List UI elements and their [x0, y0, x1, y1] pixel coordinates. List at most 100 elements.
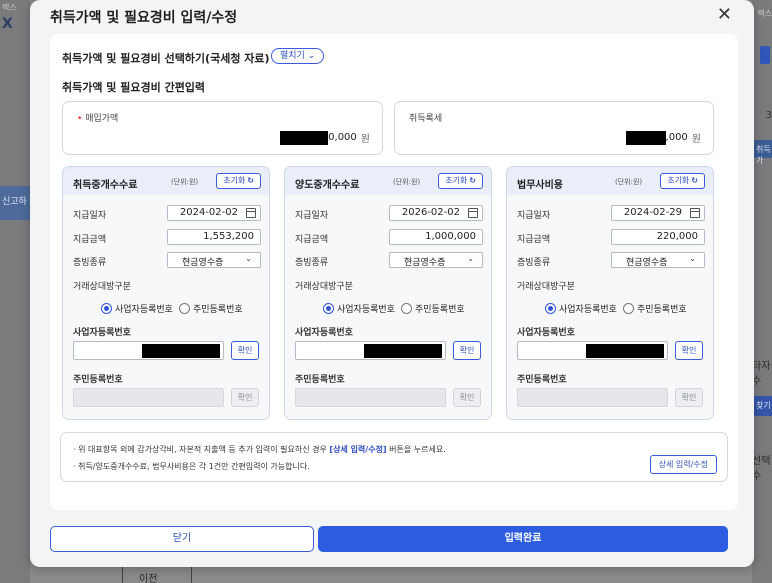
reset-button[interactable]: 초기화 ↻: [216, 173, 261, 189]
notice-detail-link: [상세 입력/수정]: [329, 445, 387, 454]
radio-business-no[interactable]: [323, 303, 334, 314]
pay-date-field[interactable]: 2024-02-29: [611, 205, 705, 221]
radio-business-no-label: 사업자등록번호: [115, 305, 173, 315]
party-type-label: 거래상대방구분: [73, 282, 131, 292]
notice-line-2: · 취득/양도중개수수료, 법무사비용은 각 1건만 간편입력이 가능합니다.: [73, 462, 310, 471]
refresh-icon: ↻: [691, 176, 698, 185]
business-no-input[interactable]: [517, 341, 668, 360]
background-right-panel: 렉스 3 취득가 타자수 찾기 선택수: [752, 0, 772, 583]
card-header: 법무사비용 (단위:원) 초기화 ↻: [507, 167, 713, 195]
close-button[interactable]: 닫기: [50, 526, 314, 552]
purchase-price-value[interactable]: 0,000 원: [280, 130, 370, 145]
pay-amount-field[interactable]: 1,000,000: [389, 229, 483, 245]
pay-amount-field[interactable]: 1,553,200: [167, 229, 261, 245]
party-type-radios: 사업자등록번호 주민등록번호: [545, 302, 687, 315]
party-type-radios: 사업자등록번호 주민등록번호: [323, 302, 465, 315]
resident-no-input[interactable]: [73, 388, 224, 407]
bg-right-label2: 선택수: [752, 456, 771, 482]
radio-business-no[interactable]: [101, 303, 112, 314]
redacted-block: [586, 344, 664, 358]
redacted-block: [142, 344, 220, 358]
proof-type-value: 현금영수증: [626, 258, 668, 268]
card-title: 양도중개수수료: [295, 180, 360, 191]
proof-type-select[interactable]: 현금영수증 ⌄: [167, 252, 261, 268]
proof-type-label: 증빙종류: [517, 258, 551, 268]
pay-amount-label: 지급금액: [517, 235, 551, 245]
card-acquisition-brokerage: 취득중개수수료 (단위:원) 초기화 ↻ 지급일자 2024-02-02 지급금액…: [62, 166, 270, 420]
bg-logo: X: [2, 16, 13, 32]
notice-line-1: · 위 대표항목 외에 감가상각비, 자본적 지출액 등 추가 입력이 필요하신…: [73, 444, 446, 455]
party-type-radios: 사업자등록번호 주민등록번호: [101, 302, 243, 315]
detail-edit-button[interactable]: 상세 입력/수정: [649, 455, 717, 474]
radio-business-no[interactable]: [545, 303, 556, 314]
purchase-price-suffix: 0,000: [328, 132, 357, 143]
resident-no-input[interactable]: [295, 388, 446, 407]
calendar-icon[interactable]: [246, 208, 256, 218]
complete-button[interactable]: 입력완료: [318, 526, 728, 552]
reset-label: 초기화: [667, 176, 690, 185]
card-unit-note: (단위:원): [615, 178, 643, 186]
pay-date-label: 지급일자: [73, 211, 107, 221]
acquisition-tax-unit: 원: [691, 134, 701, 145]
resident-no-label: 주민등록번호: [73, 375, 123, 385]
reset-button[interactable]: 초기화 ↻: [660, 173, 705, 189]
party-type-label: 거래상대방구분: [295, 282, 353, 292]
card-title: 취득중개수수료: [73, 180, 138, 191]
bg-prev-button: 이전: [122, 566, 192, 583]
pay-date-field[interactable]: 2024-02-02: [167, 205, 261, 221]
reset-button[interactable]: 초기화 ↻: [438, 173, 483, 189]
background-left-panel: 렉스 X 신고하: [0, 0, 30, 583]
nts-select-title: 취득가액 및 필요경비 선택하기(국세청 자료): [62, 52, 270, 65]
proof-type-select[interactable]: 현금영수증 ⌄: [389, 252, 483, 268]
pay-date-field[interactable]: 2026-02-02: [389, 205, 483, 221]
card-transfer-brokerage: 양도중개수수료 (단위:원) 초기화 ↻ 지급일자 2026-02-02 지급금액…: [284, 166, 492, 420]
calendar-icon[interactable]: [468, 208, 478, 218]
proof-type-select[interactable]: 현금영수증 ⌄: [611, 252, 705, 268]
acquisition-tax-value[interactable]: ,000 원: [625, 130, 701, 145]
refresh-icon: ↻: [247, 176, 254, 185]
calendar-icon[interactable]: [690, 208, 700, 218]
pay-date-value: 2024-02-29: [623, 207, 682, 218]
reset-label: 초기화: [445, 176, 468, 185]
radio-business-no-label: 사업자등록번호: [337, 305, 395, 315]
notice-box: · 위 대표항목 외에 감가상각비, 자본적 지출액 등 추가 입력이 필요하신…: [60, 432, 728, 482]
radio-resident-no[interactable]: [178, 303, 190, 314]
business-no-confirm-button[interactable]: 확인: [231, 341, 259, 360]
proof-type-value: 현금영수증: [182, 258, 224, 268]
bg-left-tab: 신고하: [0, 186, 30, 220]
radio-resident-no[interactable]: [400, 303, 412, 314]
card-header: 양도중개수수료 (단위:원) 초기화 ↻: [285, 167, 491, 195]
pay-date-value: 2024-02-02: [179, 207, 238, 218]
resident-no-confirm-button[interactable]: 확인: [675, 388, 703, 407]
radio-resident-no-label: 주민등록번호: [636, 305, 687, 315]
purchase-price-box: • 매입가액 0,000 원: [62, 101, 383, 155]
close-icon[interactable]: ✕: [717, 4, 732, 25]
card-legal-fees: 법무사비용 (단위:원) 초기화 ↻ 지급일자 2024-02-29 지급금액 2…: [506, 166, 714, 420]
redacted-block: [364, 344, 442, 358]
business-no-input[interactable]: [295, 341, 446, 360]
pay-amount-field[interactable]: 220,000: [611, 229, 705, 245]
expense-modal: 취득가액 및 필요경비 입력/수정 ✕ 취득가액 및 필요경비 선택하기(국세청…: [30, 0, 754, 567]
business-no-input[interactable]: [73, 341, 224, 360]
bg-right-tab1: 취득가: [754, 140, 772, 165]
resident-no-confirm-button[interactable]: 확인: [231, 388, 259, 407]
resident-no-input[interactable]: [517, 388, 668, 407]
modal-title: 취득가액 및 필요경비 입력/수정: [50, 10, 238, 26]
business-no-label: 사업자등록번호: [295, 328, 353, 338]
quick-input-title: 취득가액 및 필요경비 간편입력: [62, 81, 206, 94]
proof-type-label: 증빙종류: [295, 258, 329, 268]
business-no-confirm-button[interactable]: 확인: [675, 341, 703, 360]
business-no-confirm-button[interactable]: 확인: [453, 341, 481, 360]
resident-no-confirm-button[interactable]: 확인: [453, 388, 481, 407]
card-header: 취득중개수수료 (단위:원) 초기화 ↻: [63, 167, 269, 195]
notice-line-1-pre: · 위 대표항목 외에 감가상각비, 자본적 지출액 등 추가 입력이 필요하신…: [73, 445, 330, 454]
radio-resident-no[interactable]: [622, 303, 634, 314]
notice-line-1-post: 버튼을 누르세요.: [386, 445, 446, 454]
expand-button[interactable]: 펼치기 ⌄: [271, 48, 325, 64]
radio-resident-no-label: 주민등록번호: [414, 305, 465, 315]
chevron-down-icon: ⌄: [245, 254, 252, 263]
pay-amount-label: 지급금액: [295, 235, 329, 245]
purchase-price-label: • 매입가액: [77, 111, 118, 124]
proof-type-label: 증빙종류: [73, 258, 107, 268]
modal-content: 취득가액 및 필요경비 선택하기(국세청 자료) 펼치기 ⌄ 취득가액 및 필요…: [50, 34, 738, 510]
